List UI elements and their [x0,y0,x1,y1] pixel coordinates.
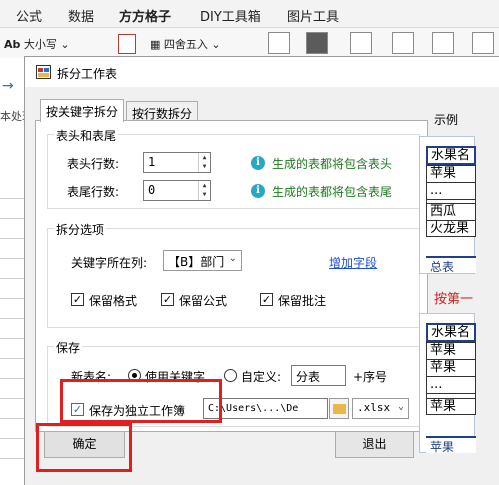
keep-formula-checkbox[interactable]: ✓ [161,293,174,306]
clipboard-icon[interactable] [268,32,290,54]
highlight-save-separate [60,379,222,423]
split-options-group: 拆分选项 关键字所在列: 【B】部门 ⌄ 增加字段 ✓ 保留格式 ✓ 保留公式 … [47,221,420,328]
header-footer-group: 表头和表尾 表头行数: 1 ▲ ▼ i 生成的表都将包含表头 表尾行数: 0 ▲ ▼… [47,127,420,209]
example-summary-sheet-tab: 总表 [426,256,476,274]
footer-rows-label: 表尾行数: [67,185,120,199]
table-format-icon[interactable] [306,32,328,54]
example-split-row: ... [426,376,476,393]
list-icon[interactable] [350,32,372,54]
round-tool[interactable]: ▦ 四舍五入 ⌄ [150,36,221,52]
grid-arrow-icon[interactable] [392,32,414,54]
ribbon-tab-fangfang[interactable]: 方方格子 [119,6,172,31]
example-summary-header: 水果名 [426,146,476,165]
custom-name-input[interactable]: 分表 [291,365,346,386]
key-column-select[interactable]: 【B】部门 ⌄ [163,250,242,271]
ok-button[interactable]: 确定 [44,431,125,458]
arrow-icon: → [2,78,14,94]
custom-name-radio[interactable] [224,369,237,382]
example-split-sheet-tab: 苹果 [426,436,476,454]
footer-hint: 生成的表都将包含表尾 [272,185,393,199]
folder-icon [333,404,346,414]
extension-select[interactable]: .xlsx ⌄ [352,398,409,419]
ribbon-tab-diy[interactable]: DIY工具箱 [200,6,261,25]
example-split-sheet: 水果名 苹果 苹果 ... 苹果 苹果 [419,313,476,454]
example-note: 按第一 [434,292,474,307]
header-footer-group-title: 表头和表尾 [54,127,119,144]
key-column-label: 关键字所在列: [71,256,148,270]
chevron-down-icon: ⌄ [397,401,404,412]
ribbon-tab-formula[interactable]: 公式 [16,6,42,25]
info-icon: i [251,156,265,170]
ribbon-tab-data[interactable]: 数据 [68,6,94,25]
spin-arrows-icon[interactable]: ▲ ▼ [198,153,210,172]
header-rows-label: 表头行数: [67,157,120,171]
example-split-row: 苹果 [426,398,476,415]
keep-comment-checkbox[interactable]: ✓ [260,293,273,306]
header-rows-stepper[interactable]: 1 ▲ ▼ [143,152,211,173]
example-split-header: 水果名 [426,323,476,342]
keep-comment-label: 保留批注 [278,294,327,308]
tab-split-by-rows[interactable]: 按行数拆分 [126,101,199,122]
example-summary-row: 西瓜 [426,203,476,220]
split-options-group-title: 拆分选项 [54,221,107,238]
text-case-tool[interactable]: Ab 大小写 ⌄ [4,36,70,52]
keep-format-label: 保留格式 [89,294,138,308]
app-icon [36,65,51,79]
exit-button[interactable]: 退出 [335,431,414,458]
example-split-row: 苹果 [426,359,476,376]
example-summary-row: 火龙果 [426,220,476,237]
keep-formula-label: 保留公式 [179,294,228,308]
add-field-link[interactable]: 增加字段 [329,254,377,271]
tab-split-by-keyword[interactable]: 按关键字拆分 [40,99,125,122]
chevron-down-icon: ⌄ [228,253,237,264]
browse-folder-button[interactable] [329,398,349,419]
document-icon[interactable] [118,34,136,54]
ribbon-tab-picture[interactable]: 图片工具 [287,6,339,25]
ribbon-tab-bar: 公式 数据 方方格子 DIY工具箱 图片工具 [0,0,499,31]
info-icon: i [251,184,265,198]
ribbon-toolbar: Ab 大小写 ⌄ ▦ 四舍五入 ⌄ [0,28,499,58]
keep-format-checkbox[interactable]: ✓ [71,293,84,306]
split-sheet-icon[interactable] [432,32,454,54]
footer-rows-stepper[interactable]: 0 ▲ ▼ [143,180,211,201]
example-summary-sheet: 水果名 苹果 ... 西瓜 火龙果 总表 [419,136,476,274]
save-group-title: 保存 [54,339,83,356]
dialog-title-bar: 拆分工作表 [25,57,499,87]
example-summary-row: ... [426,182,476,199]
spin-arrows-icon[interactable]: ▲ ▼ [198,181,210,200]
custom-name-label: 自定义: [241,370,282,384]
dialog-title: 拆分工作表 [57,67,118,81]
example-summary-row: 苹果 [426,165,476,182]
sequence-suffix-label: +序号 [353,370,388,384]
example-split-row: 苹果 [426,342,476,359]
grid-icon[interactable] [472,32,494,54]
header-hint: 生成的表都将包含表头 [272,157,393,171]
example-title: 示例 [434,113,459,127]
